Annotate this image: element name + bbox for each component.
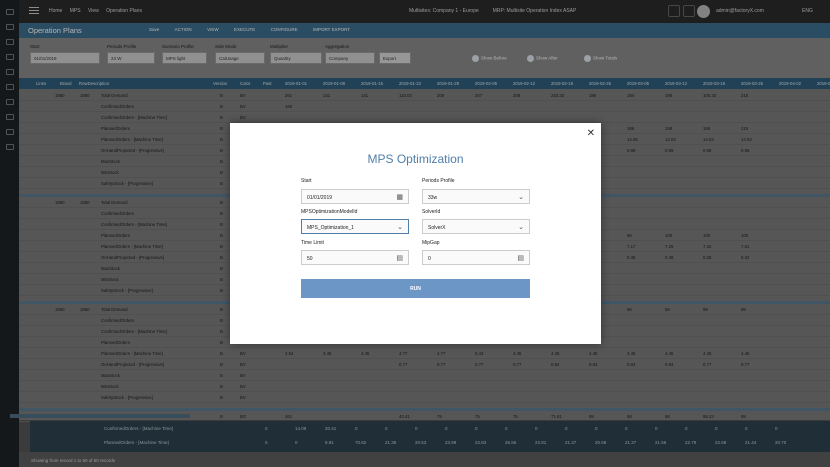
start-label: Start	[301, 178, 312, 184]
spinner-icon[interactable]: ▤	[517, 254, 524, 262]
start-date-field[interactable]: 01/01/2019 ▦	[301, 189, 409, 204]
run-button[interactable]: RUN	[301, 279, 530, 298]
mps-optimization-dialog: ✕ MPS Optimization Start 01/01/2019 ▦ Pe…	[230, 123, 601, 344]
model-id-label: MPSOptimizationModelId	[301, 209, 358, 215]
close-icon[interactable]: ✕	[587, 128, 595, 139]
solver-id-value: SolverX	[428, 225, 446, 231]
solver-id-select[interactable]: SolverX ⌄	[422, 219, 530, 234]
time-limit-input[interactable]: 50 ▤	[301, 250, 409, 265]
mip-gap-input[interactable]: 0 ▤	[422, 250, 530, 265]
chevron-down-icon: ⌄	[518, 194, 524, 201]
time-limit-value: 50	[307, 256, 313, 262]
calendar-icon[interactable]: ▦	[396, 193, 403, 201]
chevron-down-icon: ⌄	[518, 224, 524, 231]
periods-profile-label: Periods Profile	[422, 178, 455, 184]
model-id-value: MPS_Optimization_1	[307, 225, 354, 231]
chevron-down-icon: ⌄	[397, 224, 403, 231]
solver-id-label: SolverId	[422, 209, 441, 215]
model-id-select[interactable]: MPS_Optimization_1 ⌄	[301, 219, 409, 234]
mip-gap-label: MipGap	[422, 240, 440, 246]
start-date-value: 01/01/2019	[307, 195, 333, 201]
periods-profile-value: 33w	[428, 195, 438, 201]
periods-profile-select[interactable]: 33w ⌄	[422, 189, 530, 204]
spinner-icon[interactable]: ▤	[396, 254, 403, 262]
dialog-title: MPS Optimization	[367, 152, 464, 166]
time-limit-label: Time Limit	[301, 240, 324, 246]
mip-gap-value: 0	[428, 256, 431, 262]
